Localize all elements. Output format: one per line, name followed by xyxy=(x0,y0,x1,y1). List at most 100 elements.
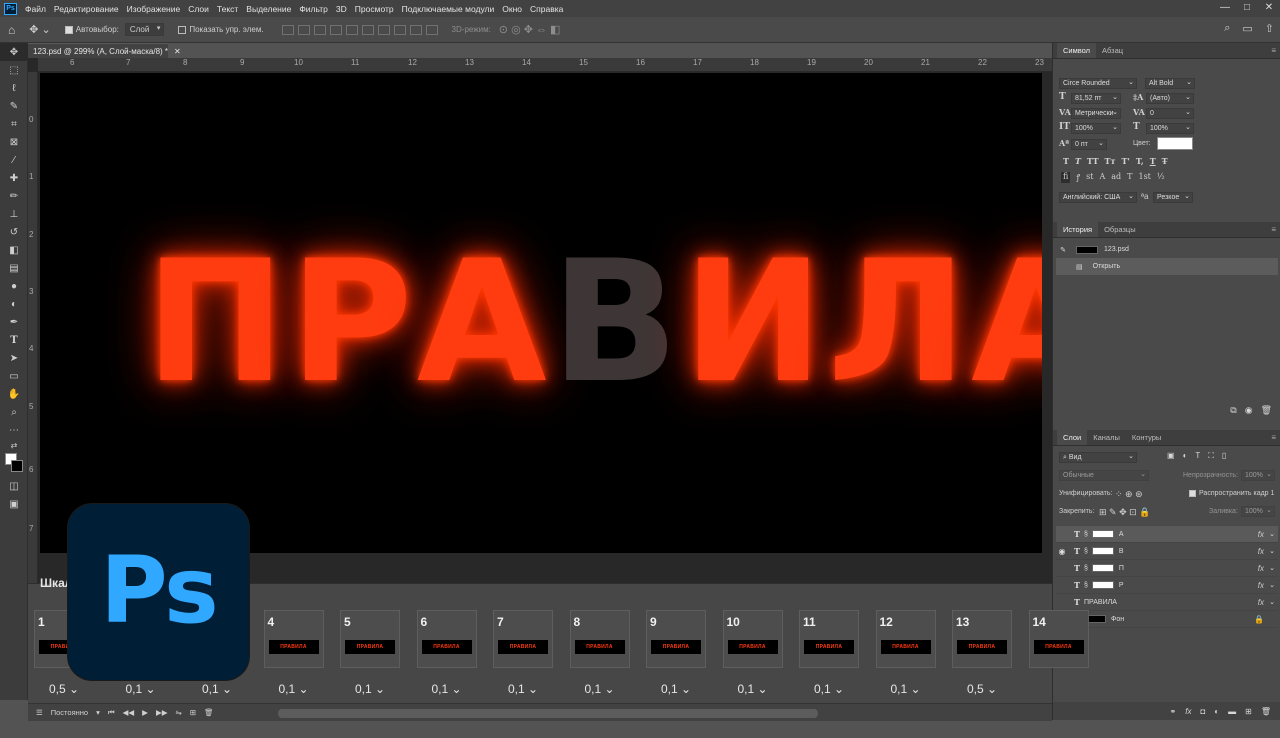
document-tab[interactable]: 123.psd @ 299% (А, Слой-маска/8) * ✕ xyxy=(28,43,181,58)
fx-icon[interactable]: fx xyxy=(1258,581,1264,590)
distribute-icon[interactable] xyxy=(377,24,390,35)
play-button[interactable]: ▶ xyxy=(142,708,148,717)
move-tool-icon[interactable]: ✥ xyxy=(0,43,28,61)
filter-shape-icon[interactable]: ⛶ xyxy=(1208,451,1214,461)
layer-name[interactable]: В xyxy=(1119,548,1124,555)
leading-field[interactable]: (Авто) xyxy=(1146,93,1194,104)
animation-frame[interactable]: 11 ПРАВИЛА 0,1 ⌄ xyxy=(799,610,859,696)
all-caps-button[interactable]: TT xyxy=(1087,156,1099,166)
font-style-select[interactable]: Alt Bold xyxy=(1145,78,1195,89)
superscript-button[interactable]: T' xyxy=(1121,156,1129,166)
expand-effects-icon[interactable]: ⌄ xyxy=(1269,564,1275,572)
old-style-button[interactable]: ꝭ xyxy=(1076,172,1080,183)
layer-name[interactable]: А xyxy=(1119,531,1124,538)
align-bottom-icon[interactable] xyxy=(361,24,374,35)
unify-icons[interactable]: ⁘ ⊕ ⊛ xyxy=(1115,489,1143,500)
trash-icon[interactable]: 🗑 xyxy=(1261,405,1272,416)
distribute-h-icon[interactable] xyxy=(409,24,422,35)
layer-name[interactable]: ПРАВИЛА xyxy=(1084,599,1117,606)
search-icon[interactable]: ⌕ xyxy=(1224,22,1230,35)
add-fx-icon[interactable]: fx xyxy=(1185,707,1191,716)
align-vcenter-icon[interactable] xyxy=(345,24,358,35)
layer-row[interactable]: T ПРАВИЛА fx ⌄ xyxy=(1056,594,1278,611)
font-size-field[interactable]: 81,52 пт xyxy=(1071,93,1121,104)
history-snapshot[interactable]: ✎ 123.psd xyxy=(1056,241,1278,258)
menu-3d[interactable]: 3D xyxy=(332,4,351,14)
menu-help[interactable]: Справка xyxy=(526,4,567,14)
menu-select[interactable]: Выделение xyxy=(242,4,295,14)
frame-delay-select[interactable]: 0,1 ⌄ xyxy=(493,682,553,696)
filter-pixel-icon[interactable]: ▣ xyxy=(1167,451,1175,461)
strikethrough-button[interactable]: T̶ xyxy=(1162,156,1168,166)
frame-tool-icon[interactable]: ⊠ xyxy=(0,133,28,151)
menu-view[interactable]: Просмотр xyxy=(351,4,398,14)
quick-mask-icon[interactable]: ◫ xyxy=(0,477,28,495)
filter-smart-icon[interactable]: ▯ xyxy=(1222,451,1226,461)
visibility-eye-icon[interactable]: ◉ xyxy=(1056,547,1068,556)
menu-type[interactable]: Текст xyxy=(213,4,242,14)
path-select-tool-icon[interactable]: ➤ xyxy=(0,349,28,367)
language-select[interactable]: Английский: США xyxy=(1059,192,1137,203)
menu-plugins[interactable]: Подключаемые модули xyxy=(398,4,499,14)
first-frame-button[interactable]: ⏮ xyxy=(108,708,115,718)
frame-delay-select[interactable]: 0,1 ⌄ xyxy=(570,682,630,696)
pen-tool-icon[interactable]: ✒ xyxy=(0,313,28,331)
tracking-field[interactable]: 0 xyxy=(1146,108,1194,119)
background-color-swatch[interactable] xyxy=(11,460,23,472)
close-button[interactable]: ✕ xyxy=(1258,0,1280,17)
swap-colors-icon[interactable]: ⇄ xyxy=(0,439,28,451)
eyedropper-tool-icon[interactable]: ⁄ xyxy=(0,151,28,169)
image-canvas[interactable]: ПРАВИЛА xyxy=(40,73,1042,553)
frame-delay-select[interactable]: 0,5 ⌄ xyxy=(952,682,1012,696)
duplicate-frame-button[interactable]: ⊞ xyxy=(190,708,196,717)
frame-delay-select[interactable]: 0,1 ⌄ xyxy=(417,682,477,696)
camera-icon[interactable]: ◉ xyxy=(1245,405,1253,416)
ligatures-button[interactable]: fi xyxy=(1061,172,1071,183)
healing-tool-icon[interactable]: ✚ xyxy=(0,169,28,187)
frame-delay-select[interactable]: 0,1 ⌄ xyxy=(876,682,936,696)
layer-row[interactable]: T § Рfx ⌄ xyxy=(1056,577,1278,594)
fx-icon[interactable]: fx xyxy=(1258,564,1264,573)
menu-layer[interactable]: Слои xyxy=(184,4,213,14)
animation-frame[interactable]: 6 ПРАВИЛА 0,1 ⌄ xyxy=(416,610,477,696)
lasso-tool-icon[interactable]: ℓ xyxy=(0,79,28,97)
loop-dropdown-icon[interactable]: ▾ xyxy=(96,708,100,717)
loop-select[interactable]: Постоянно xyxy=(51,708,88,717)
antialias-select[interactable]: Резкое xyxy=(1153,192,1193,203)
screen-mode-icon[interactable]: ▣ xyxy=(0,495,28,513)
eraser-tool-icon[interactable]: ◧ xyxy=(0,241,28,259)
tab-channels[interactable]: Каналы xyxy=(1087,430,1126,445)
small-caps-button[interactable]: Tт xyxy=(1105,156,1116,166)
menu-image[interactable]: Изображение xyxy=(123,4,185,14)
tab-layers[interactable]: Слои xyxy=(1057,430,1088,445)
filter-adjust-icon[interactable]: ◐ xyxy=(1183,451,1188,461)
link-layers-icon[interactable]: ⚭ xyxy=(1170,707,1177,716)
tab-character[interactable]: Символ xyxy=(1057,43,1097,58)
history-brush-source-icon[interactable]: ✎ xyxy=(1056,246,1070,254)
new-document-from-state-icon[interactable]: ⧉ xyxy=(1230,405,1236,416)
history-step[interactable]: ▤ Открыть xyxy=(1056,258,1278,275)
frame-delay-select[interactable]: 0,1 ⌄ xyxy=(340,682,400,696)
align-top-icon[interactable] xyxy=(329,24,342,35)
workspace-icon[interactable]: ▭ xyxy=(1242,22,1252,35)
expand-effects-icon[interactable]: ⌄ xyxy=(1269,598,1275,606)
animation-frame[interactable]: 8 ПРАВИЛА 0,1 ⌄ xyxy=(569,610,630,696)
move-tool-preset-icon[interactable]: ✥ ⌄ xyxy=(29,23,51,36)
subscript-button[interactable]: T, xyxy=(1136,156,1144,166)
maximize-button[interactable]: □ xyxy=(1236,0,1258,17)
blend-mode-select[interactable]: Обычные xyxy=(1059,470,1149,481)
stamp-tool-icon[interactable]: ⊥ xyxy=(0,205,28,223)
underline-button[interactable]: T xyxy=(1150,156,1156,166)
layer-row[interactable]: ◉Фон🔒 xyxy=(1056,611,1278,628)
auto-select-toggle[interactable]: Автовыбор: xyxy=(64,25,119,34)
type-tool-icon[interactable]: T xyxy=(0,331,28,349)
propagate-checkbox[interactable] xyxy=(1189,490,1196,497)
layer-mask-thumbnail[interactable] xyxy=(1091,564,1114,572)
panel-menu-icon[interactable]: ≡ xyxy=(1271,46,1276,55)
tab-paragraph[interactable]: Абзац xyxy=(1096,43,1129,58)
distribute-v-icon[interactable] xyxy=(393,24,406,35)
next-frame-button[interactable]: ▶▶ xyxy=(156,708,168,717)
frame-delay-select[interactable]: 0,1 ⌄ xyxy=(187,682,247,696)
fx-icon[interactable]: fx xyxy=(1258,547,1264,556)
frame-delay-select[interactable]: 0,1 ⌄ xyxy=(799,682,859,696)
